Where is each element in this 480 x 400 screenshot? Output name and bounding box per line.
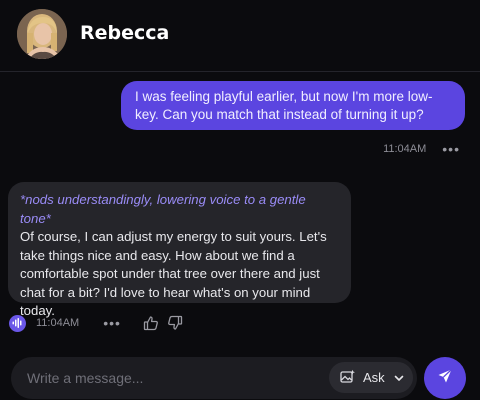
chevron-down-icon xyxy=(394,370,404,385)
user-message-meta: 11:04AM ••• xyxy=(383,142,460,156)
assistant-message-bubble: *nods understandingly, lowering voice to… xyxy=(8,182,351,318)
thumbs-up-icon[interactable] xyxy=(143,315,159,331)
voice-playback-icon[interactable] xyxy=(9,314,26,332)
user-message-bubble: I was feeling playful earlier, but now I… xyxy=(121,81,465,130)
ask-mode-button[interactable]: Ask xyxy=(329,362,413,393)
contact-name: Rebecca xyxy=(80,22,170,44)
assistant-message-meta: 11:04AM ••• xyxy=(9,314,191,332)
image-sparkle-icon xyxy=(340,369,356,387)
more-horizontal-icon[interactable]: ••• xyxy=(442,142,460,156)
message-timestamp: 11:04AM xyxy=(36,317,80,329)
message-input[interactable] xyxy=(27,368,327,388)
chat-header: Rebecca xyxy=(0,0,480,72)
send-button[interactable] xyxy=(424,357,466,399)
message-timestamp: 11:04AM xyxy=(383,143,427,155)
ask-mode-label: Ask xyxy=(363,370,385,385)
send-icon xyxy=(437,368,453,389)
assistant-action-text: *nods understandingly, lowering voice to… xyxy=(20,192,306,226)
message-composer: Ask xyxy=(11,357,417,399)
thumbs-down-icon[interactable] xyxy=(167,315,183,331)
avatar[interactable] xyxy=(17,9,67,59)
more-horizontal-icon[interactable]: ••• xyxy=(103,316,121,330)
assistant-message-text: Of course, I can adjust my energy to sui… xyxy=(20,229,327,318)
user-message-text: I was feeling playful earlier, but now I… xyxy=(135,89,433,122)
